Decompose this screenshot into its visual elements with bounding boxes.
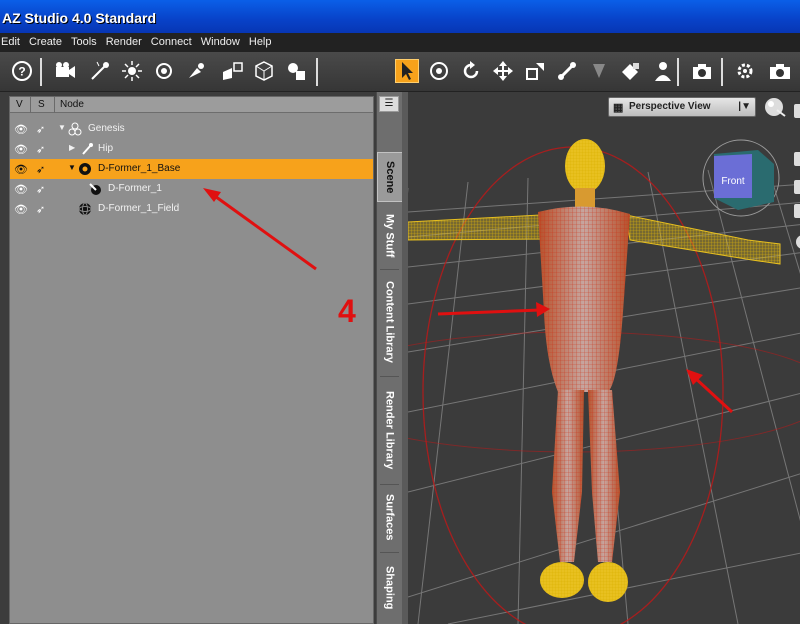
rotate-tool-icon[interactable] [459,59,483,83]
toolbar-separator [677,58,679,86]
render-icon[interactable] [690,59,714,83]
menu-render[interactable]: Render [106,33,142,52]
create-null-icon[interactable] [252,59,276,83]
tab-divider [380,552,399,553]
annotation-arrow [203,188,317,271]
tab-divider [380,376,399,377]
menu-bar: Edit Create Tools Render Connect Window … [0,33,800,52]
window-title: AZ Studio 4.0 Standard [2,10,157,26]
camera-create-icon[interactable] [52,59,76,83]
tab-divider [380,269,399,270]
figure-tool-icon[interactable] [651,59,675,83]
panel-menu-icon[interactable]: ☰ [379,96,399,112]
surface-selection-icon[interactable] [587,59,611,83]
universal-tool-icon[interactable] [427,59,451,83]
toolbar-separator [40,58,42,86]
help-icon[interactable]: ? [10,59,34,83]
tab-divider [380,484,399,485]
cube-face-label: Front [721,176,745,187]
tab-render-library[interactable]: Render Library [377,380,402,480]
distant-light-icon[interactable] [88,59,112,83]
translate-tool-icon[interactable] [491,59,515,83]
tab-content-library[interactable]: Content Library [377,272,402,372]
tab-scene[interactable]: Scene [377,152,402,202]
toolbar-separator [316,58,318,86]
node-selection-tool-icon[interactable] [395,59,419,83]
menu-create[interactable]: Create [29,33,62,52]
scale-tool-icon[interactable] [523,59,547,83]
geometry-editor-icon[interactable] [619,59,643,83]
view-layout-icon: ▦ [613,102,624,114]
app-window: AZ Studio 4.0 Standard Edit Create Tools… [0,0,800,624]
svg-text:?: ? [18,65,25,79]
title-bar: AZ Studio 4.0 Standard [0,0,800,33]
viewport-canvas: Front [408,104,800,624]
menu-tools[interactable]: Tools [71,33,97,52]
camera-view-label: Perspective View [629,101,711,112]
menu-connect[interactable]: Connect [151,33,192,52]
create-group-icon[interactable] [284,59,308,83]
menu-edit[interactable]: Edit [1,33,20,52]
chevron-down-icon: |▼ [738,101,751,112]
viewport-3d[interactable]: Front [402,92,800,624]
render-settings-icon[interactable] [733,59,757,83]
side-tab-strip: ☰ Scene My Stuff Content Library Render … [376,92,402,624]
camera-render-icon[interactable] [768,59,792,83]
toolbar-separator [721,58,723,86]
tab-surfaces[interactable]: Surfaces [377,487,402,547]
scene-panel: V S Node 👁 ➶ ▼ Genesis 👁 ➶ ▶ Hip 👁 ➶ ▼ D… [0,92,376,624]
menu-window[interactable]: Window [201,33,240,52]
point-light-icon[interactable] [120,59,144,83]
tab-shaping[interactable]: Shaping [377,557,402,619]
joint-editor-icon[interactable] [555,59,579,83]
camera-view-dropdown[interactable]: ▦ Perspective View |▼ [608,97,756,117]
viewport-side-tools[interactable] [794,104,800,249]
create-primitive-icon[interactable] [220,59,244,83]
linear-light-icon[interactable] [184,59,208,83]
tab-my-stuff[interactable]: My Stuff [377,206,402,266]
menu-help[interactable]: Help [249,33,272,52]
draw-style-icon[interactable] [763,96,787,118]
annotation-number: 4 [338,293,356,329]
spot-light-icon[interactable] [152,59,176,83]
main-toolbar: ? [0,52,800,92]
navigation-cube[interactable]: Front [702,139,780,217]
